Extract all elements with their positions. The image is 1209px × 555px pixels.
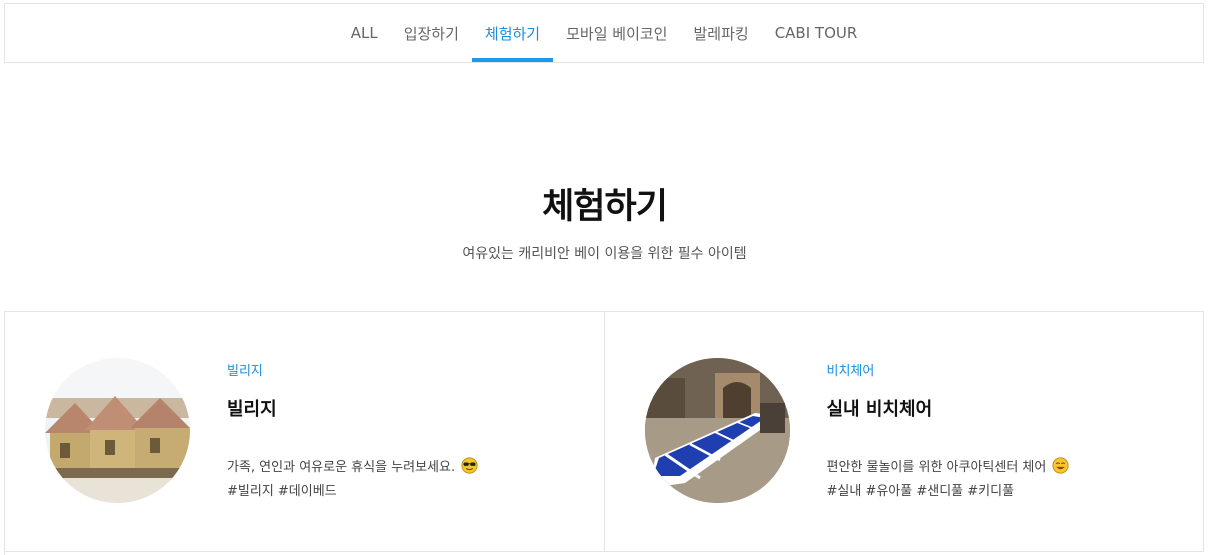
card-description: 가족, 연인과 여유로운 휴식을 누려보세요.	[227, 456, 478, 475]
card-description-text: 가족, 연인과 여유로운 휴식을 누려보세요.	[227, 460, 456, 475]
page-subtitle: 여유있는 캐리비안 베이 이용을 위한 필수 아이템	[462, 246, 747, 262]
card-tags: #빌리지 #데이베드	[227, 484, 337, 499]
tab-all[interactable]: ALL	[338, 4, 391, 62]
card-description: 편안한 물놀이를 위한 아쿠아틱센터 체어	[827, 456, 1070, 475]
village-photo	[45, 358, 190, 503]
tab-list: ALL 입장하기 체험하기 모바일 베이코인 발레파킹 CABI TOUR	[5, 4, 1203, 62]
item-card-village[interactable]: 빌리지 빌리지 가족, 연인과 여유로운 휴식을 누려보세요. #빌리지 #데이…	[5, 312, 605, 552]
card-title: 실내 비치체어	[826, 399, 933, 420]
category-tab-bar: ALL 입장하기 체험하기 모바일 베이코인 발레파킹 CABI TOUR	[4, 3, 1204, 63]
tab-experience[interactable]: 체험하기	[471, 4, 554, 62]
tab-admission[interactable]: 입장하기	[391, 4, 472, 62]
tab-valet-parking[interactable]: 발레파킹	[680, 4, 761, 62]
card-category: 비치체어	[826, 364, 875, 379]
item-grid: 빌리지 빌리지 가족, 연인과 여유로운 휴식을 누려보세요. #빌리지 #데이…	[4, 311, 1204, 555]
item-card-beach-chair[interactable]: 비치체어 실내 비치체어 편안한 물놀이를 위한 아쿠아틱센터 체어 #실내 #…	[604, 312, 1204, 552]
tab-mobile-baycoin[interactable]: 모바일 베이코인	[553, 4, 680, 62]
tab-cabi-tour[interactable]: CABI TOUR	[762, 4, 871, 62]
page-title: 체험하기	[542, 187, 668, 227]
card-category: 빌리지	[227, 364, 263, 379]
card-title: 빌리지	[227, 399, 277, 420]
sunglasses-face-icon	[461, 457, 478, 474]
card-tags: #실내 #유아풀 #샌디풀 #키디풀	[826, 484, 1015, 499]
smiling-face-icon	[1052, 457, 1069, 474]
beach-chair-photo	[644, 358, 790, 503]
card-description-text: 편안한 물놀이를 위한 아쿠아틱센터 체어	[826, 460, 1047, 475]
